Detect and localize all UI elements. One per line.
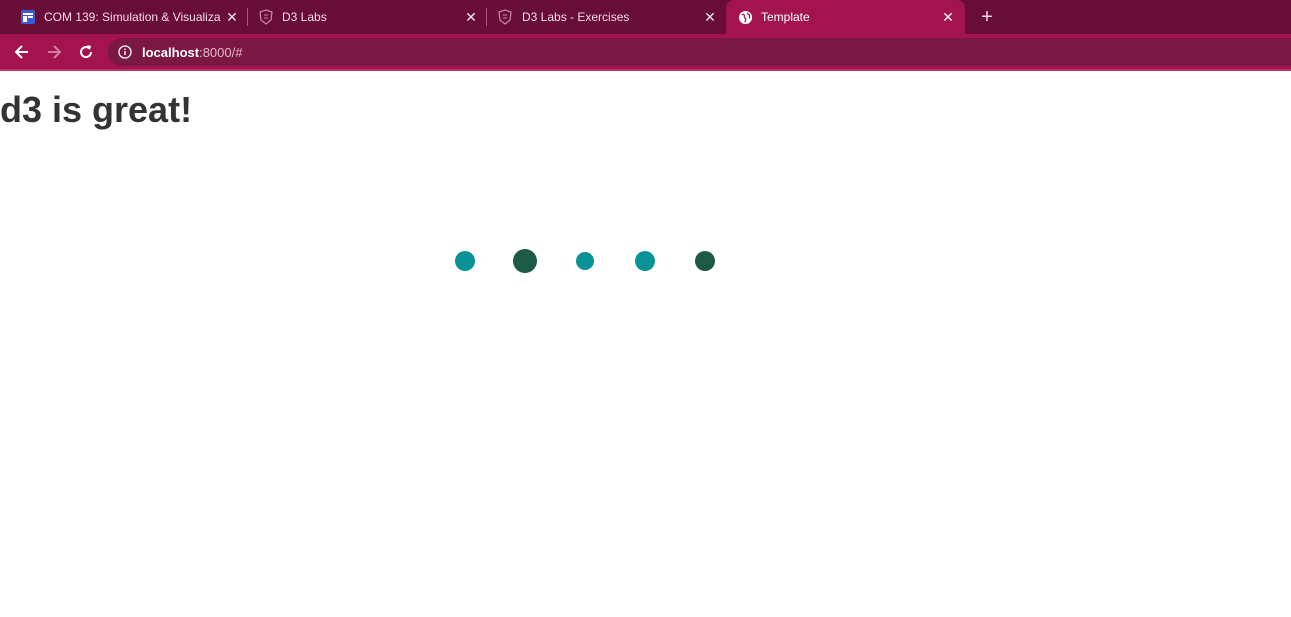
browser-toolbar: localhost:8000/#: [0, 34, 1291, 71]
close-icon[interactable]: ✕: [940, 9, 956, 25]
circle-3: [576, 252, 594, 270]
circle-5: [695, 251, 715, 271]
reload-icon: [80, 45, 93, 59]
calendar-app-icon: [20, 9, 36, 25]
arrow-right-icon: [48, 45, 62, 59]
url-host: localhost: [142, 45, 200, 60]
tab-com139[interactable]: COM 139: Simulation & Visualiza ✕: [0, 0, 247, 34]
arrow-left-icon: [14, 45, 28, 59]
circle-4: [635, 251, 655, 271]
tab-d3-labs[interactable]: D3 Labs ✕: [248, 0, 486, 34]
circle-1: [455, 251, 475, 271]
new-tab-button[interactable]: +: [977, 7, 997, 27]
url-text[interactable]: localhost:8000/#: [142, 45, 242, 60]
globe-icon: [737, 9, 753, 25]
tab-title: COM 139: Simulation & Visualiza: [44, 10, 221, 24]
close-icon[interactable]: ✕: [463, 9, 479, 25]
tab-template[interactable]: Template ✕: [726, 0, 965, 34]
tab-title: D3 Labs - Exercises: [522, 10, 630, 24]
close-icon[interactable]: ✕: [224, 9, 240, 25]
circle-2: [513, 249, 537, 273]
d3-circles-canvas: [455, 249, 715, 273]
url-path: :8000/#: [199, 45, 243, 60]
tab-title: D3 Labs: [282, 10, 327, 24]
info-icon[interactable]: [118, 45, 132, 59]
close-icon[interactable]: ✕: [702, 9, 718, 25]
back-button[interactable]: [11, 41, 33, 63]
shield-icon: [497, 9, 513, 25]
reload-button[interactable]: [75, 41, 97, 63]
tab-strip: COM 139: Simulation & Visualiza ✕ D3 Lab…: [0, 0, 1291, 34]
shield-icon: [258, 9, 274, 25]
address-bar[interactable]: localhost:8000/#: [108, 38, 1291, 66]
tab-d3-labs-exercises[interactable]: D3 Labs - Exercises ✕: [487, 0, 725, 34]
forward-button[interactable]: [43, 41, 65, 63]
tab-title: Template: [761, 10, 810, 24]
